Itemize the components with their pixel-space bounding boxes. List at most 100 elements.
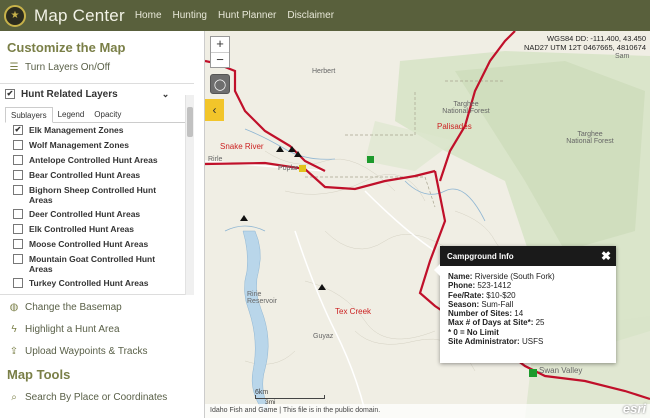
zoom-control: + − <box>210 36 230 68</box>
highlight-hunt-area-link[interactable]: ϟ Highlight a Hunt Area <box>0 319 194 339</box>
sublayer-checkbox[interactable]: ✔ <box>13 125 23 135</box>
sublayer-checkbox[interactable] <box>13 278 23 288</box>
search-place-label: Search By Place or Coordinates <box>25 391 168 403</box>
turn-layers-label: Turn Layers On/Off <box>25 61 111 73</box>
sublayer-label: Elk Controlled Hunt Areas <box>29 224 135 234</box>
globe-icon: ◍ <box>9 301 19 313</box>
map-label-targhee-2: Targhee National Forest <box>566 131 614 145</box>
scroll-thumb[interactable] <box>187 107 193 137</box>
sublayer-label: Mountain Goat Controlled Hunt Areas <box>29 254 156 274</box>
sublayer-item[interactable]: Bear Controlled Hunt Areas <box>13 170 194 181</box>
coords-wgs84: WGS84 DD: -111.400, 43.450 <box>547 34 646 43</box>
sublayer-item[interactable]: Wolf Management Zones <box>13 140 194 151</box>
popup-row: Season: Sum-Fall <box>448 300 616 309</box>
popup-field-value: Sum-Fall <box>481 299 514 309</box>
popup-field-label: * 0 = No Limit <box>448 327 499 337</box>
sublayer-item[interactable]: Bighorn Sheep Controlled Hunt Areas <box>13 185 194 205</box>
map-label-rirle: Rirle <box>208 156 223 163</box>
change-basemap-link[interactable]: ◍ Change the Basemap <box>0 297 194 317</box>
popup-field-label: Number of Sites: <box>448 309 513 319</box>
badge-icon[interactable]: ★ <box>4 4 26 27</box>
sublayer-checkbox[interactable] <box>13 185 23 195</box>
sublayer-checkbox[interactable] <box>13 224 23 234</box>
sublayer-label: Deer Controlled Hunt Areas <box>29 209 141 219</box>
map-tools-title: Map Tools <box>7 367 71 382</box>
tab-sublayers[interactable]: Sublayers <box>5 107 53 123</box>
popup-field-label: Site Administrator: <box>448 337 520 347</box>
popup-field-value: 523-1412 <box>477 281 512 291</box>
map-attribution: Idaho Fish and Game | This file is in th… <box>205 402 650 418</box>
sublayer-item[interactable]: ✔ Elk Management Zones <box>13 125 194 136</box>
search-place-link[interactable]: ⌕ Search By Place or Coordinates <box>0 387 194 407</box>
customize-title: Customize the Map <box>7 40 126 55</box>
popup-field-label: Max # of Days at Site*: <box>448 318 534 328</box>
zoom-in-button[interactable]: + <box>211 37 229 52</box>
scale-bar: 6km 3mi <box>255 389 325 406</box>
nav-disclaimer[interactable]: Disclaimer <box>287 10 334 21</box>
sublayer-label: Bear Controlled Hunt Areas <box>29 170 141 180</box>
sublayer-item[interactable]: Antelope Controlled Hunt Areas <box>13 155 194 166</box>
map-view[interactable]: Herbert Snake River Rirle Poplar Palisad… <box>205 31 650 418</box>
popup-field-value: $10-$20 <box>486 290 516 300</box>
sublayer-checkbox[interactable] <box>13 254 23 264</box>
popup-title: Campground Info <box>447 251 514 261</box>
chevron-left-icon: ‹ <box>212 103 217 117</box>
map-label-palisades: Palisades <box>437 122 472 131</box>
upload-waypoints-link[interactable]: ⇪ Upload Waypoints & Tracks <box>0 341 194 361</box>
search-icon: ⌕ <box>11 391 17 403</box>
sublayer-label: Moose Controlled Hunt Areas <box>29 239 149 249</box>
popup-field-label: Season: <box>448 299 480 309</box>
nav-hunting[interactable]: Hunting <box>173 10 207 21</box>
sublayer-checkbox[interactable] <box>13 209 23 219</box>
sublayer-item[interactable]: Moose Controlled Hunt Areas <box>13 239 194 250</box>
top-navigation-bar: ★ Map Center Home Hunting Hunt Planner D… <box>0 0 650 31</box>
sublayer-list: ✔ Elk Management Zones Wolf Management Zon… <box>0 123 194 289</box>
zoom-out-button[interactable]: − <box>211 52 229 67</box>
popup-row: Phone: 523-1412 <box>448 281 616 290</box>
attribution-text: Idaho Fish and Game | This file is in th… <box>210 407 381 414</box>
sublayer-item[interactable]: Elk Controlled Hunt Areas <box>13 224 194 235</box>
popup-field-value: Riverside (South Fork) <box>474 272 555 281</box>
map-label-sam: Sam <box>615 53 630 60</box>
app-title[interactable]: Map Center <box>34 6 125 26</box>
popup-field-value: 14 <box>514 309 524 319</box>
sublayer-item[interactable]: Turkey Controlled Hunt Areas <box>13 278 194 289</box>
nav-hunt-planner[interactable]: Hunt Planner <box>218 10 276 21</box>
layer-group-checkbox[interactable]: ✔ <box>5 89 15 99</box>
locate-button[interactable]: ◯ <box>210 74 230 94</box>
sidebar: Customize the Map ☰ Turn Layers On/Off ✔… <box>0 31 205 418</box>
sublayer-checkbox[interactable] <box>13 170 23 180</box>
map-label-tex-creek: Tex Creek <box>335 307 372 316</box>
layer-group-header[interactable]: ✔ Hunt Related Layers ⌄ <box>0 84 194 104</box>
sublayer-item[interactable]: Deer Controlled Hunt Areas <box>13 209 194 220</box>
popup-row: Fee/Rate: $10-$20 <box>448 291 616 300</box>
change-basemap-label: Change the Basemap <box>25 301 122 313</box>
tab-opacity[interactable]: Opacity <box>89 107 126 122</box>
sublayer-checkbox[interactable] <box>13 239 23 249</box>
popup-row: Site Administrator: USFS <box>448 337 616 346</box>
close-icon[interactable]: ✖ <box>601 249 611 263</box>
popup-field-value: 25 <box>535 318 545 328</box>
sublayer-item[interactable]: Mountain Goat Controlled Hunt Areas <box>13 254 194 274</box>
tab-legend[interactable]: Legend <box>53 107 90 122</box>
popup-row: Number of Sites: 14 <box>448 309 616 318</box>
nav-home[interactable]: Home <box>135 10 162 21</box>
sublayer-label: Elk Management Zones <box>29 125 124 135</box>
map-label-targhee-1: Targhee National Forest <box>442 101 490 115</box>
chevron-down-icon[interactable]: ⌄ <box>162 89 170 100</box>
layer-tabs: Sublayers Legend Opacity <box>5 107 194 123</box>
turn-layers-link[interactable]: ☰ Turn Layers On/Off <box>0 57 204 77</box>
sublayer-checkbox[interactable] <box>13 155 23 165</box>
popup-row: * 0 = No Limit <box>448 328 616 337</box>
sublayer-label: Bighorn Sheep Controlled Hunt Areas <box>29 185 157 205</box>
locate-icon: ◯ <box>213 78 227 91</box>
popup-field-value: USFS <box>521 337 544 347</box>
popup-body: Name: Riverside (South Fork) Phone: 523-1… <box>440 266 616 346</box>
coordinate-readout: WGS84 DD: -111.400, 43.450 NAD27 UTM 12T… <box>524 34 646 52</box>
popup-header: Campground Info ✖ <box>440 246 616 266</box>
sublayer-checkbox[interactable] <box>13 140 23 150</box>
coords-nad27: NAD27 UTM 12T 0467665, 4810674 <box>523 43 646 52</box>
collapse-sidebar-button[interactable]: ‹ <box>205 99 224 121</box>
layer-scrollbar[interactable] <box>185 95 194 295</box>
esri-logo[interactable]: esri <box>623 402 646 416</box>
